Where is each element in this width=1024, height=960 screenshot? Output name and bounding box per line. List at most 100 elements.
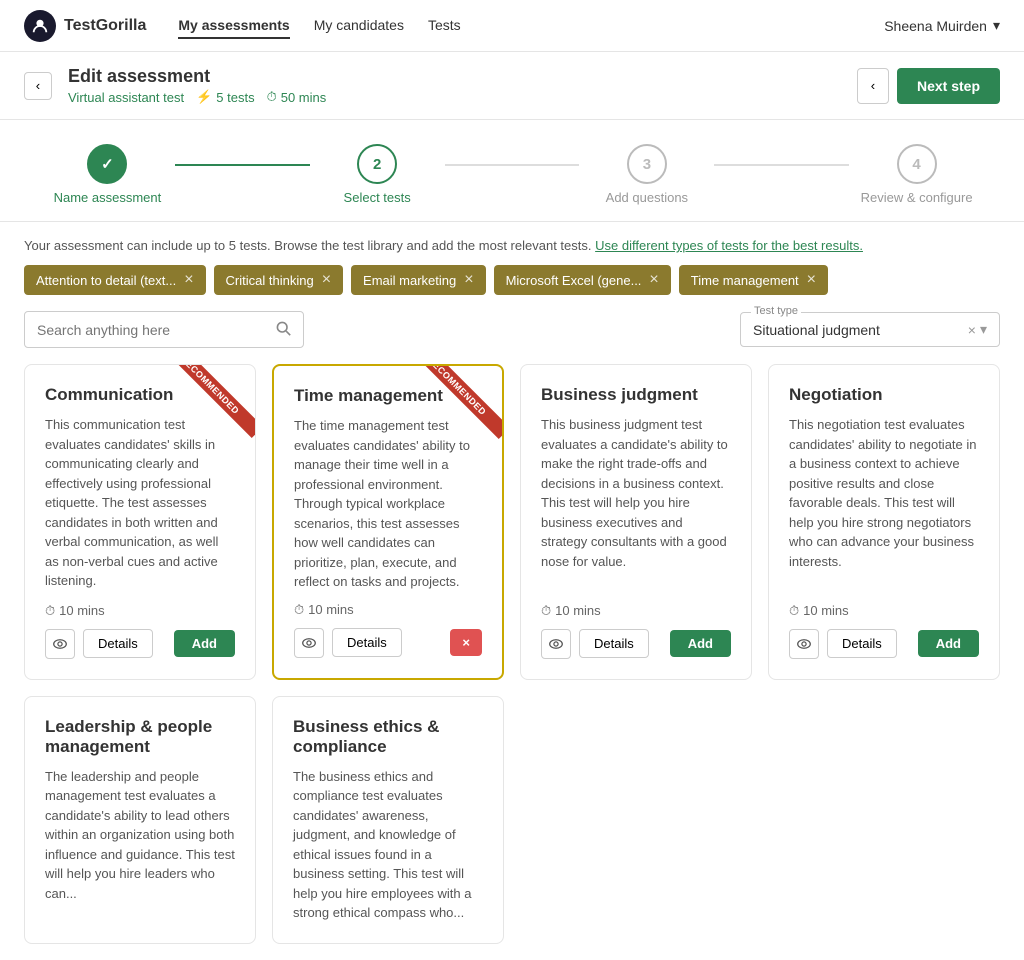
card-time-time-management: ⏱ 10 mins [294, 602, 482, 618]
remove-tag-0[interactable]: × [184, 271, 193, 289]
step-4-circle: 4 [897, 144, 937, 184]
card-negotiation: Negotiation This negotiation test evalua… [768, 364, 1000, 680]
user-menu[interactable]: Sheena Muirden ▾ [884, 17, 1000, 34]
assessment-subtitle: Virtual assistant test [68, 89, 184, 105]
cards-grid-partial: Leadership & people management The leade… [0, 696, 1024, 960]
card-desc-time-management: The time management test evaluates candi… [294, 416, 482, 592]
remove-button-time-management[interactable]: × [450, 629, 482, 656]
tests-icon: ⚡ [196, 89, 212, 105]
details-button-business-judgment[interactable]: Details [579, 629, 649, 658]
remove-tag-1[interactable]: × [322, 271, 331, 289]
preview-business-judgment[interactable] [541, 629, 571, 659]
test-tag-2: Email marketing × [351, 265, 486, 295]
remove-tag-2[interactable]: × [464, 271, 473, 289]
card-actions-time-management: Details × [294, 628, 482, 658]
step-4: 4 Review & configure [849, 144, 984, 205]
card-time-management: RECOMMENDED Time management The time man… [272, 364, 504, 680]
card-desc-leadership: The leadership and people management tes… [45, 767, 235, 923]
chevron-down-icon: ▾ [993, 17, 1000, 34]
card-desc-business-ethics: The business ethics and compliance test … [293, 767, 483, 923]
test-tag-4: Time management × [679, 265, 828, 295]
card-leadership: Leadership & people management The leade… [24, 696, 256, 944]
details-button-negotiation[interactable]: Details [827, 629, 897, 658]
card-title-business-ethics: Business ethics & compliance [293, 717, 483, 757]
card-desc-business-judgment: This business judgment test evaluates a … [541, 415, 731, 593]
card-title-negotiation: Negotiation [789, 385, 979, 405]
test-tag-0: Attention to detail (text... × [24, 265, 206, 295]
nav-my-candidates[interactable]: My candidates [314, 13, 404, 39]
card-time-negotiation: ⏱ 10 mins [789, 603, 979, 619]
step-3-label: Add questions [606, 190, 688, 205]
preview-negotiation[interactable] [789, 629, 819, 659]
filter-actions: × ▾ [968, 321, 987, 338]
user-name: Sheena Muirden [884, 18, 987, 34]
mins-count: ⏱ 50 mins [267, 89, 327, 105]
assessment-info: Edit assessment Virtual assistant test ⚡… [68, 66, 326, 105]
filter-value: Situational judgment [753, 322, 960, 338]
card-time-communication: ⏱ 10 mins [45, 603, 235, 619]
selected-tests-section: Your assessment can include up to 5 test… [0, 222, 1024, 295]
stepper: ✓ Name assessment 2 Select tests 3 Add q… [0, 120, 1024, 222]
remove-tag-3[interactable]: × [649, 271, 658, 289]
connector-2 [445, 164, 580, 166]
connector-3 [714, 164, 849, 166]
assessment-title: Edit assessment [68, 66, 326, 87]
add-button-business-judgment[interactable]: Add [670, 630, 731, 657]
card-actions-negotiation: Details Add [789, 629, 979, 659]
search-filter-row: Test type Situational judgment × ▾ [0, 295, 1024, 364]
search-input[interactable] [37, 322, 267, 338]
step-1-label: Name assessment [54, 190, 162, 205]
info-text: Your assessment can include up to 5 test… [24, 238, 1000, 253]
sub-header-actions: ‹ Next step [857, 68, 1000, 104]
card-actions-business-judgment: Details Add [541, 629, 731, 659]
card-actions-communication: Details Add [45, 629, 235, 659]
step-2-label: Select tests [344, 190, 411, 205]
card-desc-communication: This communication test evaluates candid… [45, 415, 235, 593]
card-time-business-judgment: ⏱ 10 mins [541, 603, 731, 619]
navbar-nav: My assessments My candidates Tests [178, 13, 884, 39]
card-business-judgment: Business judgment This business judgment… [520, 364, 752, 680]
card-communication: RECOMMENDED Communication This communica… [24, 364, 256, 680]
back-button[interactable]: ‹ [24, 72, 52, 100]
nav-my-assessments[interactable]: My assessments [178, 13, 289, 39]
clear-filter-icon[interactable]: × [968, 322, 976, 338]
search-icon [275, 320, 291, 339]
remove-tag-4[interactable]: × [807, 271, 816, 289]
assessment-meta: Virtual assistant test ⚡ 5 tests ⏱ 50 mi… [68, 89, 326, 105]
step-2-circle: 2 [357, 144, 397, 184]
step-3-circle: 3 [627, 144, 667, 184]
add-button-communication[interactable]: Add [174, 630, 235, 657]
preview-time-management[interactable] [294, 628, 324, 658]
clock-icon: ⏱ [294, 602, 304, 618]
filter-label: Test type [751, 305, 801, 317]
details-button-time-management[interactable]: Details [332, 628, 402, 657]
prev-button[interactable]: ‹ [857, 68, 889, 104]
info-link[interactable]: Use different types of tests for the bes… [595, 238, 863, 253]
nav-tests[interactable]: Tests [428, 13, 461, 39]
test-tags: Attention to detail (text... × Critical … [24, 265, 1000, 295]
add-button-negotiation[interactable]: Add [918, 630, 979, 657]
step-2: 2 Select tests [310, 144, 445, 205]
card-title-business-judgment: Business judgment [541, 385, 731, 405]
card-title-leadership: Leadership & people management [45, 717, 235, 757]
details-button-communication[interactable]: Details [83, 629, 153, 658]
logo-text: TestGorilla [64, 17, 146, 35]
clock-icon: ⏱ [541, 603, 551, 619]
sub-header: ‹ Edit assessment Virtual assistant test… [0, 52, 1024, 120]
preview-communication[interactable] [45, 629, 75, 659]
logo-icon [24, 10, 56, 42]
step-1-circle: ✓ [87, 144, 127, 184]
card-business-ethics: Business ethics & compliance The busines… [272, 696, 504, 944]
clock-icon: ⏱ [789, 603, 799, 619]
test-tag-3: Microsoft Excel (gene... × [494, 265, 671, 295]
tests-count: ⚡ 5 tests [196, 89, 254, 105]
test-tag-1: Critical thinking × [214, 265, 344, 295]
logo: TestGorilla [24, 10, 146, 42]
card-desc-negotiation: This negotiation test evaluates candidat… [789, 415, 979, 593]
clock-icon: ⏱ [45, 603, 55, 619]
cards-grid: RECOMMENDED Communication This communica… [0, 364, 1024, 696]
next-step-button[interactable]: Next step [897, 68, 1000, 104]
search-box [24, 311, 304, 348]
navbar: TestGorilla My assessments My candidates… [0, 0, 1024, 52]
filter-dropdown[interactable]: Test type Situational judgment × ▾ [740, 312, 1000, 347]
